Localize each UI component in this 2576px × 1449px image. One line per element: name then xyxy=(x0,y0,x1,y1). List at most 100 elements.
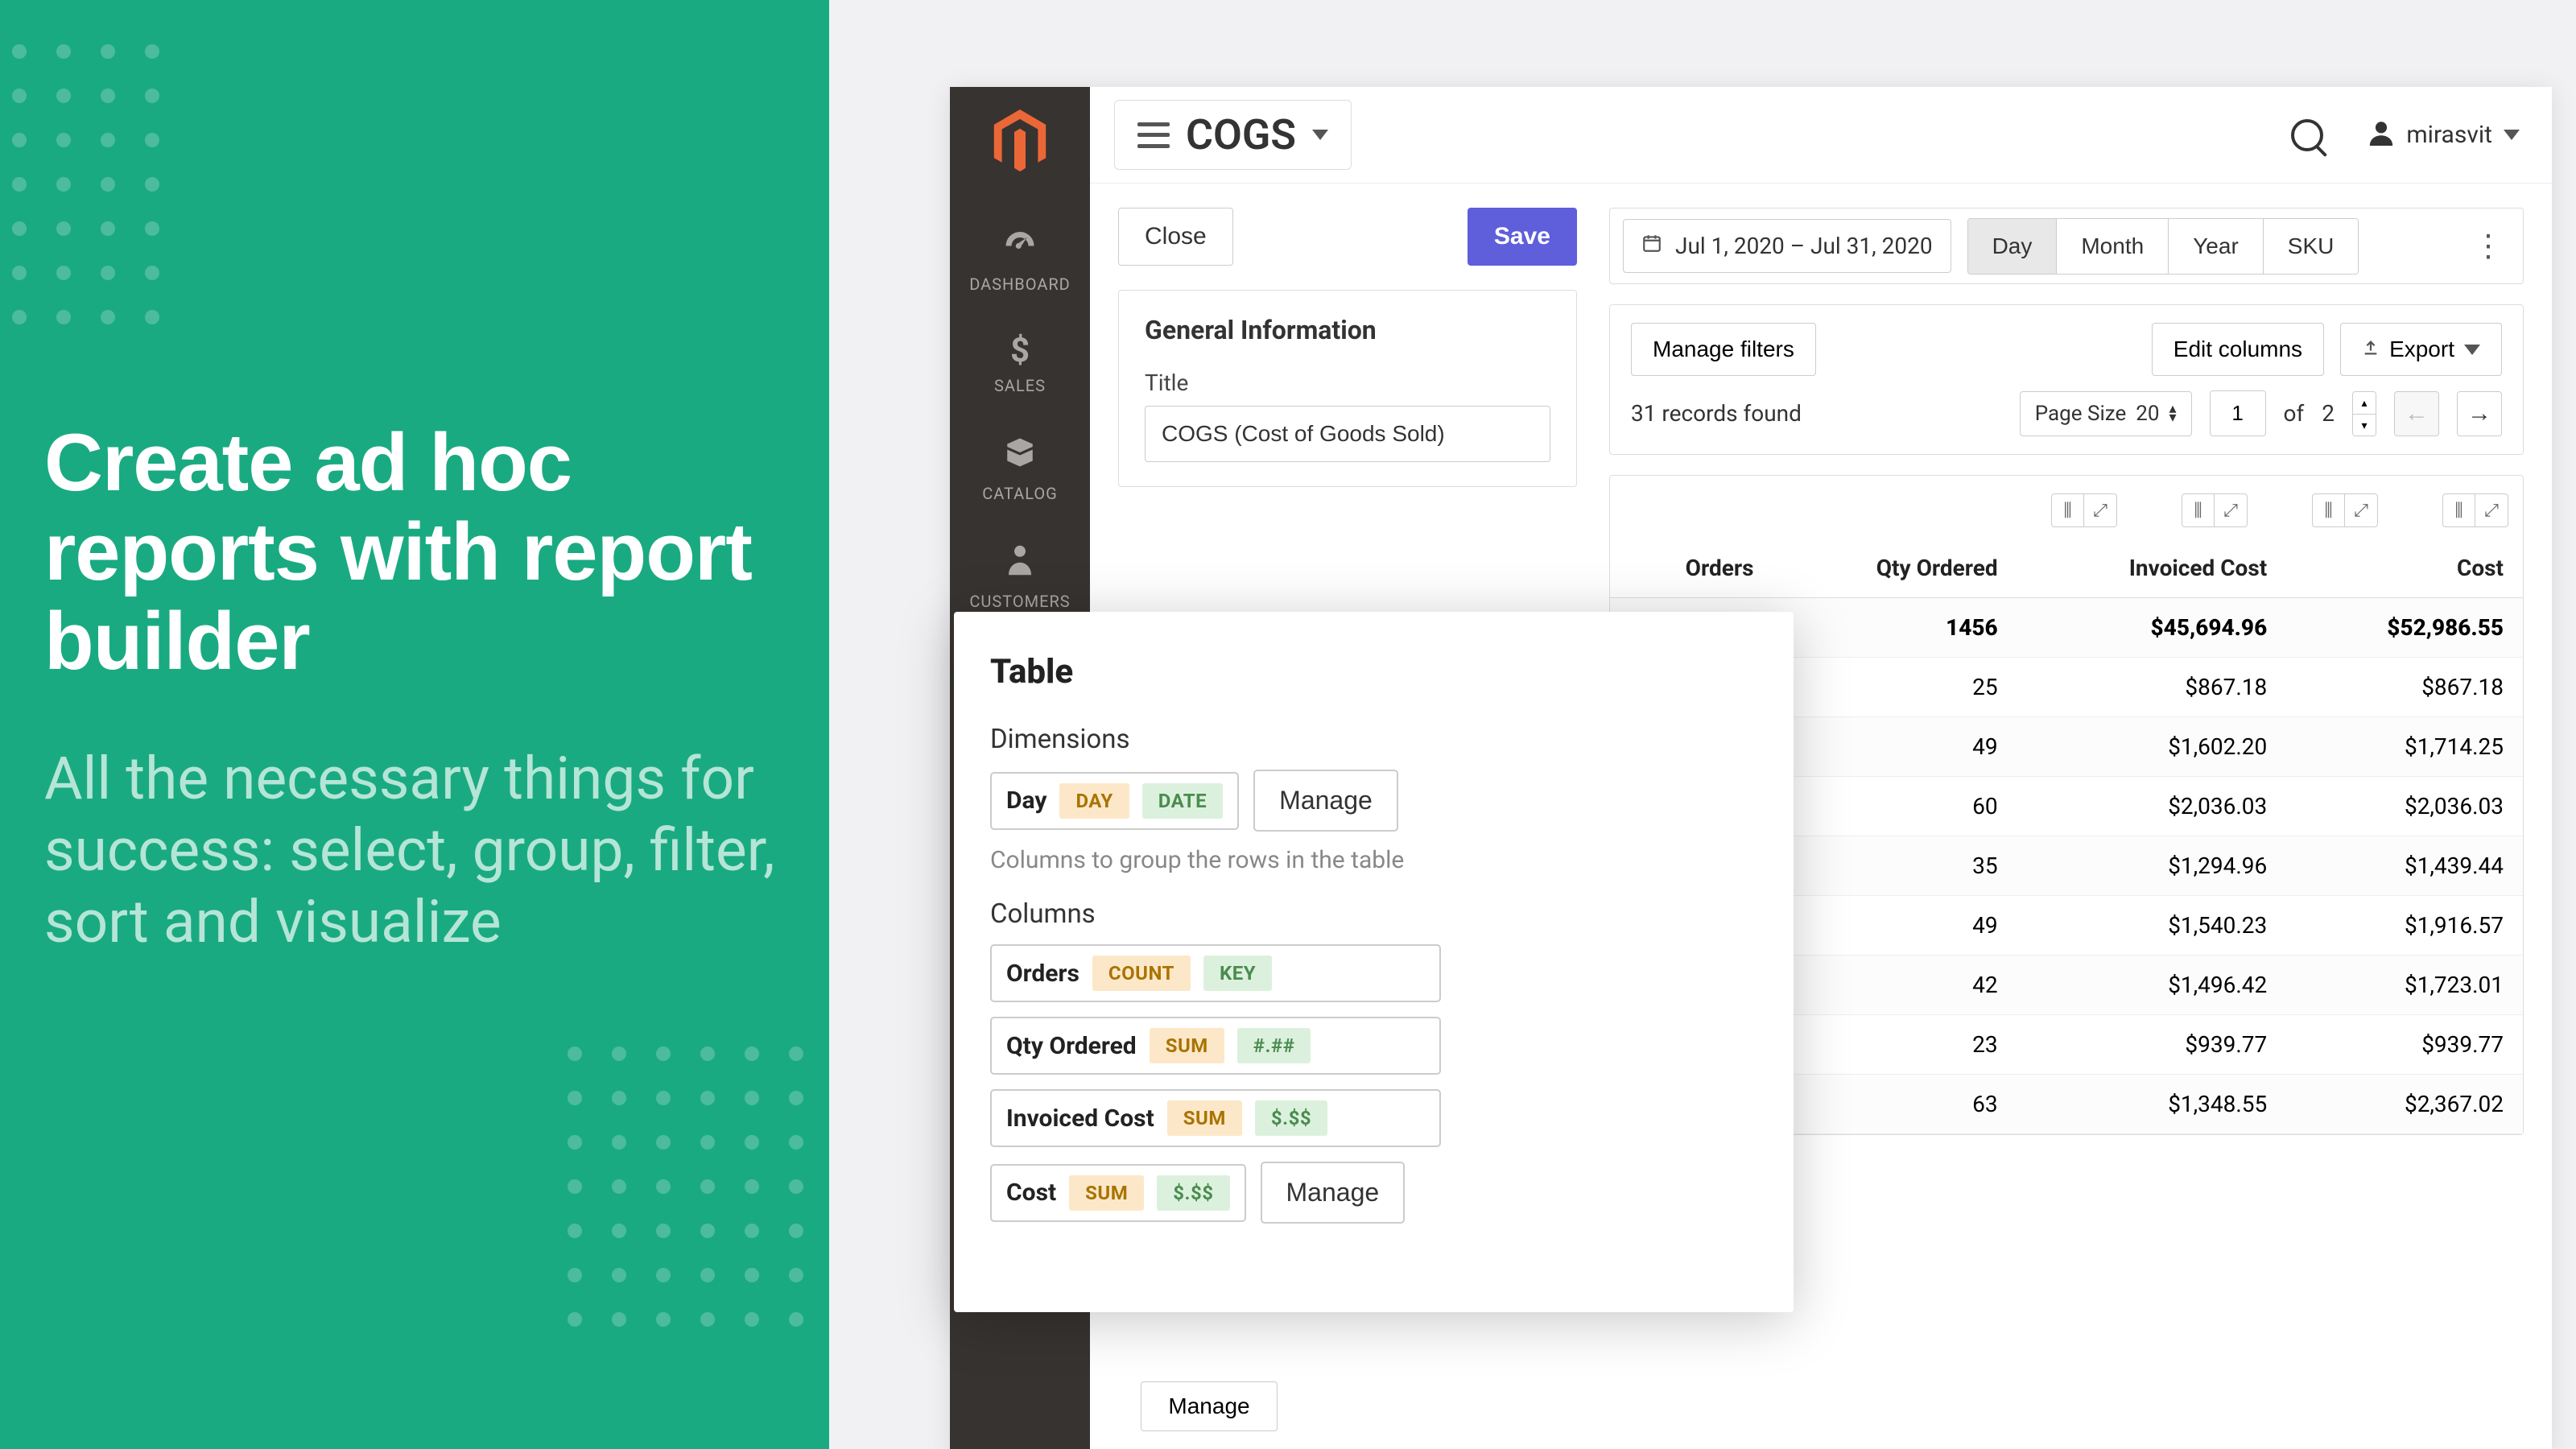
expand-icon: ⤢ xyxy=(2215,494,2247,526)
columns-label: Columns xyxy=(990,898,1757,930)
next-page-button[interactable]: → xyxy=(2457,391,2502,436)
export-button[interactable]: Export xyxy=(2340,323,2502,376)
toolbar: Manage filters Edit columns Export xyxy=(1609,304,2524,455)
pill-tag: $.$$ xyxy=(1255,1100,1327,1136)
col-tools[interactable]: ⫼⤢ xyxy=(2442,493,2508,527)
pill-tag: SUM xyxy=(1167,1100,1242,1136)
pill-tag: SUM xyxy=(1150,1028,1224,1063)
dimension-pill[interactable]: Day DAY DATE xyxy=(990,772,1239,830)
chevron-down-icon xyxy=(1312,130,1328,140)
chart-icon: ⫼ xyxy=(2443,494,2475,526)
expand-icon: ⤢ xyxy=(2345,494,2377,526)
more-menu-icon[interactable]: ⋮ xyxy=(2467,228,2510,264)
sidebar-item-catalog[interactable]: CATALOG xyxy=(950,415,1090,523)
sidebar-item-label: SALES xyxy=(994,376,1046,395)
records-found: 31 records found xyxy=(1631,400,1802,427)
column-pill[interactable]: Qty Ordered SUM #.## xyxy=(990,1017,1441,1075)
of-label: of xyxy=(2284,400,2305,427)
user-icon xyxy=(2368,118,2395,152)
close-button[interactable]: Close xyxy=(1118,208,1233,266)
person-icon xyxy=(950,543,1090,584)
chart-icon: ⫼ xyxy=(2052,494,2084,526)
col-qty[interactable]: Qty Ordered xyxy=(1773,539,2017,598)
general-info-card: General Information Title xyxy=(1118,290,1577,487)
gauge-icon xyxy=(950,226,1090,266)
page-number-input[interactable] xyxy=(2210,390,2266,436)
seg-month[interactable]: Month xyxy=(2057,219,2169,274)
manage-columns-button[interactable]: Manage xyxy=(1261,1162,1406,1224)
pill-tag: DAY xyxy=(1059,783,1129,819)
user-menu[interactable]: mirasvit xyxy=(2368,118,2520,152)
upload-icon xyxy=(2362,336,2380,362)
step-up-icon[interactable]: ▴ xyxy=(2353,392,2376,414)
chevron-down-icon xyxy=(2504,130,2520,140)
sidebar-item-dashboard[interactable]: DASHBOARD xyxy=(950,206,1090,314)
manage-dimensions-button[interactable]: Manage xyxy=(1253,770,1398,832)
save-button[interactable]: Save xyxy=(1468,208,1577,266)
pill-name: Cost xyxy=(1006,1179,1056,1207)
topbar: COGS mirasvit xyxy=(1090,87,2552,184)
seg-sku[interactable]: SKU xyxy=(2264,219,2359,274)
pill-name: Qty Ordered xyxy=(1006,1032,1137,1060)
promo-heading: Create ad hoc reports with report builde… xyxy=(44,419,785,687)
sidebar-item-label: CATALOG xyxy=(982,484,1058,503)
date-range-picker[interactable]: Jul 1, 2020 – Jul 31, 2020 xyxy=(1623,219,1951,273)
decorative-dots xyxy=(568,1046,873,1352)
box-icon xyxy=(950,436,1090,476)
search-icon[interactable] xyxy=(2291,119,2323,151)
chart-icon: ⫼ xyxy=(2313,494,2345,526)
pill-tag: DATE xyxy=(1142,783,1223,819)
edit-columns-button[interactable]: Edit columns xyxy=(2152,323,2324,376)
pill-name: Invoiced Cost xyxy=(1006,1104,1154,1133)
export-label: Export xyxy=(2389,336,2454,362)
manage-filters-button[interactable]: Manage filters xyxy=(1631,323,1816,376)
page-stepper[interactable]: ▴ ▾ xyxy=(2352,391,2376,436)
dimensions-label: Dimensions xyxy=(990,724,1757,755)
col-invoiced[interactable]: Invoiced Cost xyxy=(2017,539,2287,598)
page-size-label: Page Size xyxy=(2035,402,2126,426)
column-pill[interactable]: Orders COUNT KEY xyxy=(990,944,1441,1002)
total-pages: 2 xyxy=(2322,400,2334,427)
seg-day[interactable]: Day xyxy=(1968,219,2058,274)
pill-tag: $.$$ xyxy=(1157,1175,1229,1211)
hamburger-icon xyxy=(1137,122,1170,148)
date-range-text: Jul 1, 2020 – Jul 31, 2020 xyxy=(1675,233,1933,259)
col-tools[interactable]: ⫼⤢ xyxy=(2051,493,2117,527)
sidebar-item-sales[interactable]: $ SALES xyxy=(950,314,1090,415)
page-title: COGS xyxy=(1186,110,1296,159)
table-builder-popup: Table Dimensions Day DAY DATE Manage Col… xyxy=(954,612,1794,1312)
pill-name: Day xyxy=(1006,786,1046,815)
sidebar-item-label: CUSTOMERS xyxy=(969,592,1070,611)
pill-tag: #.## xyxy=(1237,1028,1311,1063)
col-tools[interactable]: ⫼⤢ xyxy=(2182,493,2248,527)
manage-button[interactable]: Manage xyxy=(1141,1381,1278,1431)
dimensions-help: Columns to group the rows in the table xyxy=(990,846,1757,874)
decorative-dots xyxy=(0,44,185,350)
table-header-row: Orders Qty Ordered Invoiced Cost Cost xyxy=(1610,539,2523,598)
seg-year[interactable]: Year xyxy=(2169,219,2264,274)
report-title-input[interactable] xyxy=(1145,406,1550,462)
chevron-down-icon xyxy=(2464,345,2480,355)
column-pill[interactable]: Cost SUM $.$$ xyxy=(990,1164,1246,1222)
report-title-dropdown[interactable]: COGS xyxy=(1114,100,1352,170)
card-title: General Information xyxy=(1145,315,1550,345)
column-pill[interactable]: Invoiced Cost SUM $.$$ xyxy=(990,1089,1441,1147)
col-orders[interactable]: Orders xyxy=(1610,539,1773,598)
col-cost[interactable]: Cost xyxy=(2286,539,2523,598)
step-down-icon[interactable]: ▾ xyxy=(2353,414,2376,436)
page-size-select[interactable]: Page Size 20 ▴▾ xyxy=(2020,391,2192,436)
pill-tag: COUNT xyxy=(1092,956,1191,991)
expand-icon: ⤢ xyxy=(2475,494,2508,526)
promo-panel: Create ad hoc reports with report builde… xyxy=(0,0,829,1449)
range-bar: Jul 1, 2020 – Jul 31, 2020 Day Month Yea… xyxy=(1609,208,2524,284)
pill-name: Orders xyxy=(1006,960,1080,988)
prev-page-button[interactable]: ← xyxy=(2394,391,2439,436)
chart-icon: ⫼ xyxy=(2182,494,2215,526)
expand-icon: ⤢ xyxy=(2084,494,2116,526)
calendar-icon xyxy=(1641,233,1662,259)
magento-logo-icon xyxy=(992,109,1048,174)
user-name: mirasvit xyxy=(2406,121,2492,149)
title-label: Title xyxy=(1145,369,1550,396)
col-tools[interactable]: ⫼⤢ xyxy=(2312,493,2378,527)
popup-title: Table xyxy=(990,652,1757,691)
